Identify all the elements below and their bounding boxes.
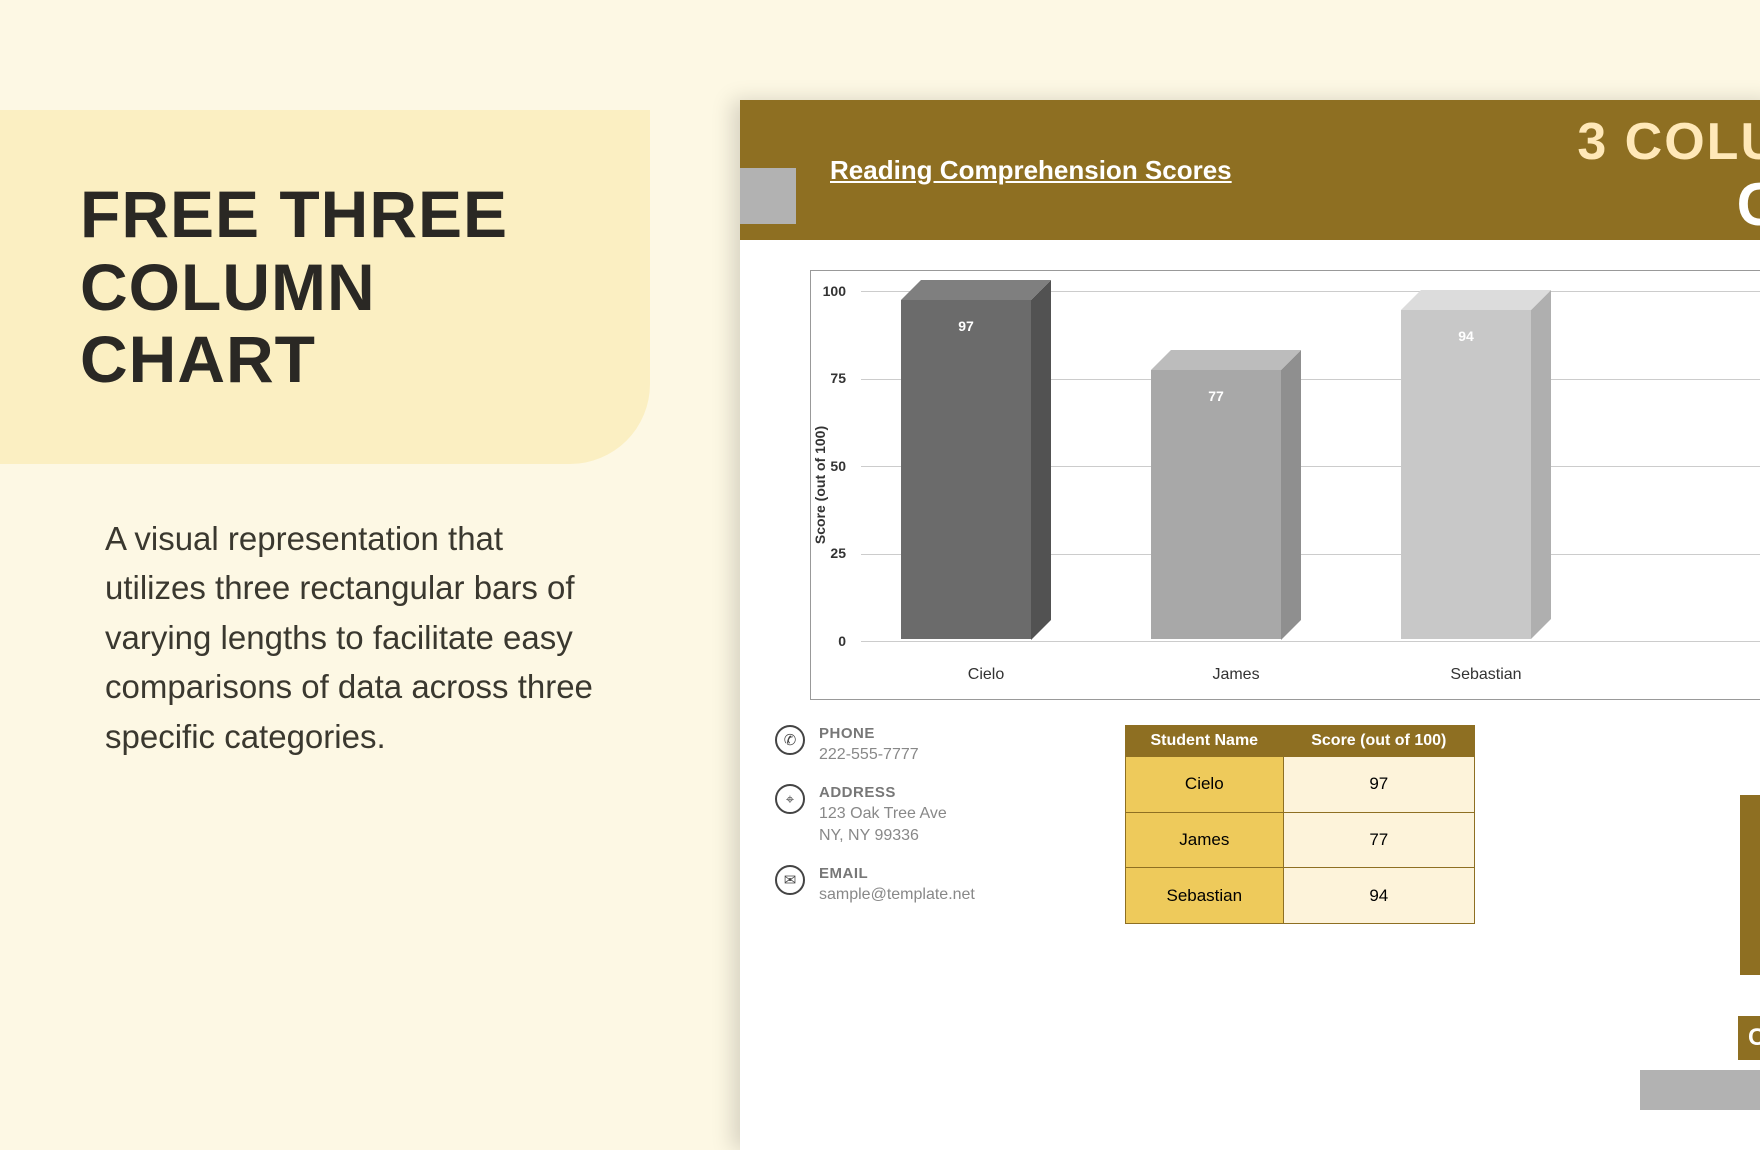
description: A visual representation that utilizes th… — [0, 464, 680, 762]
side-label: Co — [1738, 1016, 1760, 1060]
th-score: Score (out of 100) — [1283, 726, 1474, 757]
bar-value-label: 94 — [1401, 328, 1531, 344]
th-name: Student Name — [1126, 726, 1284, 757]
cell-name: Sebastian — [1126, 868, 1284, 924]
header-big-2: C — [1737, 170, 1760, 239]
address-line2: NY, NY 99336 — [819, 827, 947, 845]
cell-name: James — [1126, 812, 1284, 868]
title-line-2: COLUMN CHART — [80, 250, 376, 397]
y-tick: 50 — [830, 458, 846, 474]
info-row: ✆ PHONE 222-555-7777 ⌖ ADDRESS 123 Oak T… — [740, 725, 1760, 924]
contact-phone: ✆ PHONE 222-555-7777 — [775, 725, 1045, 764]
x-label: Cielo — [901, 666, 1071, 684]
x-label: Sebastian — [1401, 666, 1571, 684]
grey-bottom-strip — [1640, 1070, 1760, 1110]
document-preview: Reading Comprehension Scores 3 COLU C Sc… — [740, 100, 1760, 1150]
email-icon: ✉ — [775, 865, 805, 895]
decorative-square — [740, 168, 796, 224]
address-label: ADDRESS — [819, 784, 947, 801]
contact-email: ✉ EMAIL sample@template.net — [775, 865, 1045, 904]
y-tick: 75 — [830, 370, 846, 386]
cell-name: Cielo — [1126, 757, 1284, 813]
cell-score: 97 — [1283, 757, 1474, 813]
page-title: FREE THREE COLUMN CHART — [80, 178, 610, 396]
bar: 94 — [1401, 289, 1571, 639]
contact-block: ✆ PHONE 222-555-7777 ⌖ ADDRESS 123 Oak T… — [775, 725, 1045, 924]
y-ticks: 100 75 50 25 0 — [806, 271, 856, 641]
bar: 97 — [901, 289, 1071, 639]
chart-title: Reading Comprehension Scores — [830, 155, 1232, 186]
x-labels: Cielo James Sebastian — [861, 666, 1760, 684]
side-dark-box — [1740, 795, 1760, 975]
phone-label: PHONE — [819, 725, 919, 742]
header-big-1: 3 COLU — [1577, 112, 1760, 172]
table-row: Sebastian 94 — [1126, 868, 1475, 924]
bar-value-label: 77 — [1151, 388, 1281, 404]
left-panel: FREE THREE COLUMN CHART A visual represe… — [0, 0, 720, 761]
phone-value: 222-555-7777 — [819, 746, 919, 764]
phone-icon: ✆ — [775, 725, 805, 755]
email-value: sample@template.net — [819, 886, 975, 904]
table-row: James 77 — [1126, 812, 1475, 868]
table-row: Cielo 97 — [1126, 757, 1475, 813]
y-tick: 25 — [830, 545, 846, 561]
cell-score: 77 — [1283, 812, 1474, 868]
email-label: EMAIL — [819, 865, 975, 882]
bar: 77 — [1151, 289, 1321, 639]
y-tick: 0 — [838, 633, 846, 649]
bars-container: 97 77 94 — [861, 289, 1760, 639]
title-line-1: FREE THREE — [80, 177, 508, 251]
x-label: James — [1151, 666, 1321, 684]
bar-value-label: 97 — [901, 318, 1031, 334]
cell-score: 94 — [1283, 868, 1474, 924]
y-tick: 100 — [823, 283, 846, 299]
title-box: FREE THREE COLUMN CHART — [0, 110, 650, 464]
address-icon: ⌖ — [775, 784, 805, 814]
chart-area: Score (out of 100) 100 75 50 25 0 97 — [810, 270, 1760, 700]
address-line1: 123 Oak Tree Ave — [819, 805, 947, 823]
contact-address: ⌖ ADDRESS 123 Oak Tree Ave NY, NY 99336 — [775, 784, 1045, 845]
data-table: Student Name Score (out of 100) Cielo 97… — [1125, 725, 1475, 924]
doc-header: Reading Comprehension Scores 3 COLU C — [740, 100, 1760, 240]
